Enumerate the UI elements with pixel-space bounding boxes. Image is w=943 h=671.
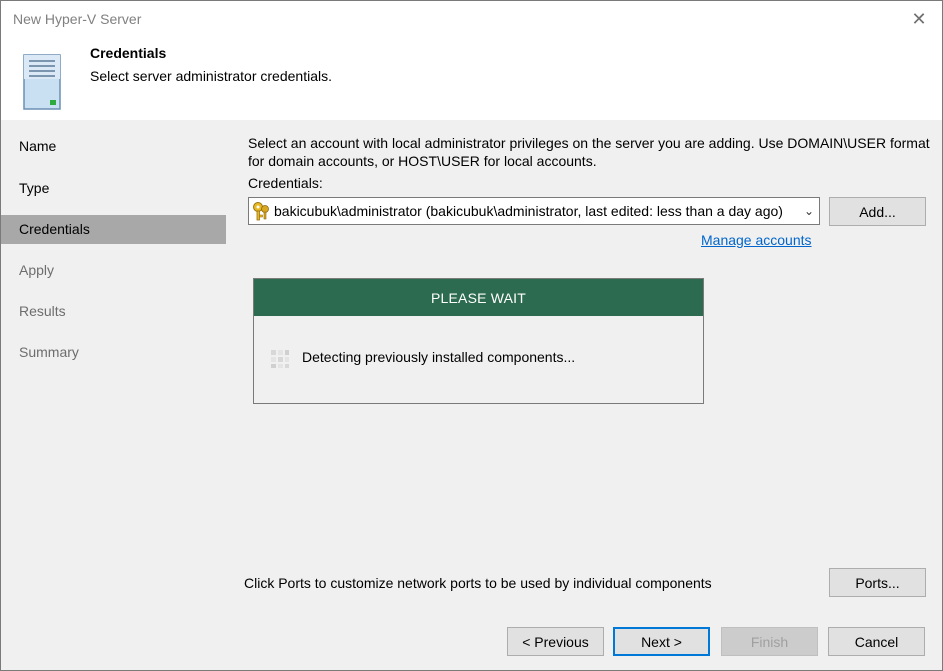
key-icon: [253, 202, 269, 221]
manage-accounts-link[interactable]: Manage accounts: [701, 232, 812, 248]
please-wait-header: PLEASE WAIT: [254, 279, 703, 316]
please-wait-dialog: PLEASE WAIT Detecting previously install…: [253, 278, 704, 404]
wizard-body: Name Type Credentials Apply Results Summ…: [1, 120, 942, 611]
instructions-text: Select an account with local administrat…: [248, 135, 930, 169]
step-summary: Summary: [19, 344, 79, 360]
add-credentials-button[interactable]: Add...: [829, 197, 926, 226]
finish-button: Finish: [721, 627, 818, 656]
previous-button[interactable]: < Previous: [507, 627, 604, 656]
ports-button[interactable]: Ports...: [829, 568, 926, 597]
wizard-footer: < Previous Next > Finish Cancel: [1, 611, 942, 670]
page-title: Credentials: [90, 45, 167, 61]
credentials-label: Credentials:: [248, 175, 323, 191]
wizard-header: Credentials Select server administrator …: [1, 37, 942, 120]
close-icon: ✕: [911, 8, 927, 29]
ports-hint-text: Click Ports to customize network ports t…: [244, 575, 712, 591]
wizard-window: New Hyper-V Server ✕ Credentials Select …: [0, 0, 943, 671]
next-button[interactable]: Next >: [613, 627, 710, 656]
title-bar: New Hyper-V Server ✕: [1, 1, 942, 37]
credentials-value: bakicubuk\administrator (bakicubuk\admin…: [274, 203, 783, 219]
page-subtitle: Select server administrator credentials.: [90, 68, 332, 84]
wizard-steps-sidebar: Name Type Credentials Apply Results Summ…: [1, 120, 233, 611]
step-type[interactable]: Type: [1, 174, 226, 203]
please-wait-message: Detecting previously installed component…: [302, 349, 576, 365]
window-title: New Hyper-V Server: [13, 11, 142, 27]
cancel-button[interactable]: Cancel: [828, 627, 925, 656]
credentials-panel: Select an account with local administrat…: [233, 120, 942, 611]
step-results: Results: [19, 303, 66, 319]
progress-spinner-icon: [271, 350, 289, 368]
chevron-down-icon: ⌄: [803, 204, 815, 218]
step-credentials[interactable]: Credentials: [1, 215, 226, 244]
credentials-dropdown[interactable]: bakicubuk\administrator (bakicubuk\admin…: [248, 197, 820, 225]
close-button[interactable]: ✕: [902, 5, 936, 33]
server-icon: [23, 54, 61, 110]
step-name[interactable]: Name: [1, 132, 226, 161]
step-apply: Apply: [19, 262, 55, 278]
